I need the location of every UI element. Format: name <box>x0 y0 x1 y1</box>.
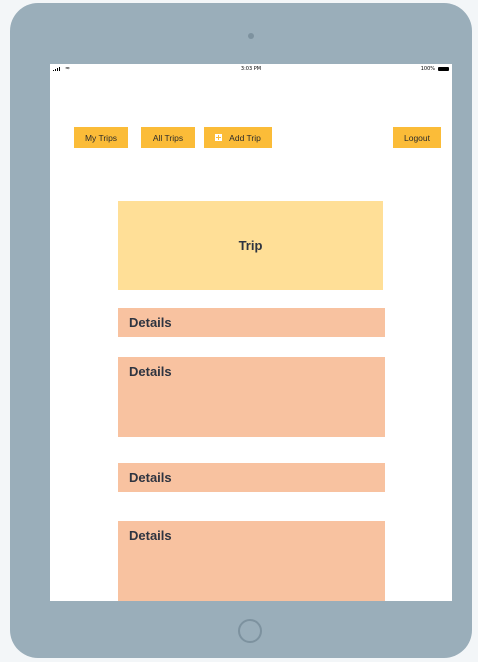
logout-button[interactable]: Logout <box>393 127 441 148</box>
details-heading: Details <box>129 364 172 379</box>
plus-icon <box>215 134 223 141</box>
home-button[interactable] <box>238 619 262 643</box>
add-trip-button[interactable]: Add Trip <box>204 127 272 148</box>
logout-label: Logout <box>404 132 430 143</box>
details-heading: Details <box>129 470 172 485</box>
all-trips-label: All Trips <box>152 132 184 143</box>
trip-title: Trip <box>238 238 263 253</box>
all-trips-button[interactable]: All Trips <box>141 127 195 148</box>
battery-percentage: 100% <box>420 66 435 72</box>
details-section[interactable]: Details <box>118 463 385 492</box>
battery-icon <box>438 67 449 71</box>
status-time: 3:03 PM <box>240 66 262 72</box>
add-trip-label: Add Trip <box>229 132 261 143</box>
my-trips-label: My Trips <box>84 132 118 143</box>
details-section[interactable]: Details <box>118 521 385 601</box>
trip-card[interactable]: Trip <box>118 201 383 290</box>
tablet-frame: ≈ 3:03 PM 100% My Trips All Trips Add Tr… <box>10 3 472 658</box>
details-heading: Details <box>129 315 172 330</box>
status-bar: ≈ 3:03 PM 100% <box>50 64 452 75</box>
my-trips-button[interactable]: My Trips <box>74 127 128 148</box>
app-screen: ≈ 3:03 PM 100% My Trips All Trips Add Tr… <box>50 64 452 601</box>
details-section[interactable]: Details <box>118 357 385 437</box>
details-section[interactable]: Details <box>118 308 385 337</box>
camera-icon <box>248 33 254 39</box>
details-heading: Details <box>129 528 172 543</box>
